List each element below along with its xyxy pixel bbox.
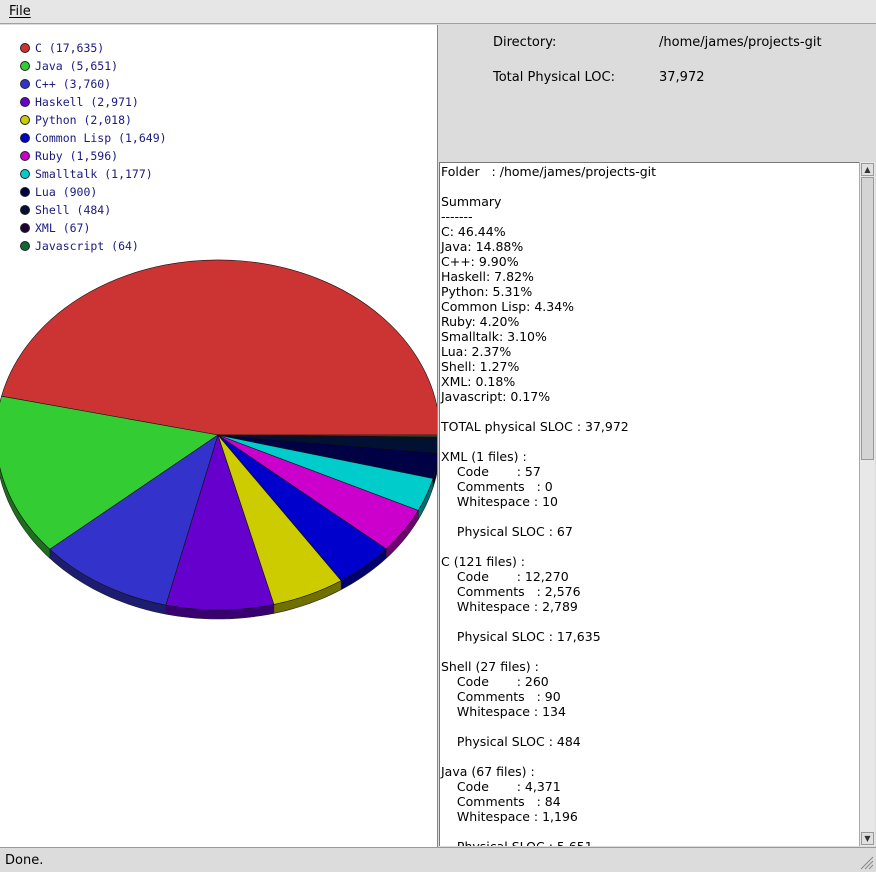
pie-chart [0, 259, 437, 620]
total-loc-label: Total Physical LOC: [493, 70, 615, 85]
resize-grip-icon[interactable] [858, 854, 874, 870]
scrollbar-thumb[interactable] [861, 177, 874, 460]
total-loc-value: 37,972 [659, 70, 705, 85]
file-menu[interactable]: File [9, 4, 31, 19]
status-text: Done. [5, 853, 44, 868]
report-text: Folder : /home/james/projects-git Summar… [441, 164, 657, 846]
status-bar: Done. [0, 847, 876, 872]
arrow-up-icon[interactable]: ▲ [861, 163, 874, 176]
vertical-scrollbar[interactable]: ▲ ▼ [859, 162, 875, 846]
directory-value: /home/james/projects-git [659, 35, 822, 50]
info-panel: Directory: /home/james/projects-git Tota… [439, 25, 876, 162]
directory-label: Directory: [493, 35, 557, 50]
chart-panel: C (17,635) Java (5,651) C++ (3,760) Haskell… [0, 25, 438, 847]
report-text-area[interactable]: Folder : /home/james/projects-git Summar… [439, 162, 859, 846]
menu-bar: File [0, 0, 876, 24]
arrow-down-icon[interactable]: ▼ [861, 832, 874, 845]
